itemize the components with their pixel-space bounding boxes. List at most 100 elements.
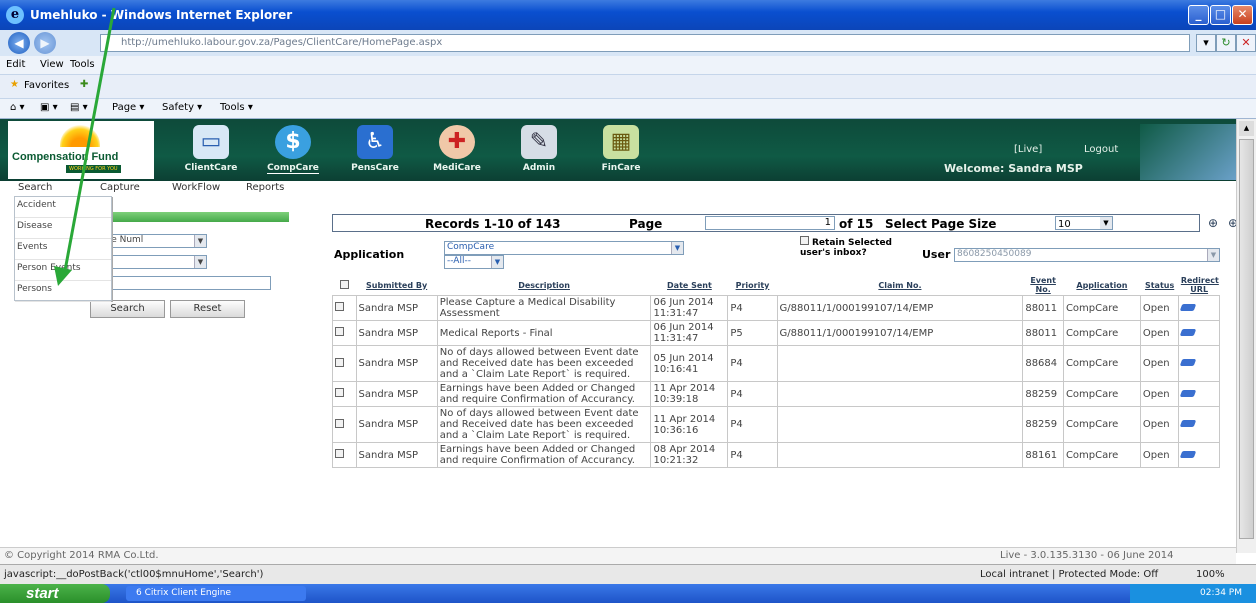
tools-menu[interactable]: Tools ▾ [220,102,253,113]
stop-button[interactable]: ✕ [1236,34,1256,52]
menu-view[interactable]: View [40,59,64,70]
row-select-cell[interactable] [332,345,357,382]
user-select[interactable]: 8608250450089 ▼ [954,248,1220,262]
redirect-icon[interactable] [1180,359,1197,366]
module-medicare[interactable]: ✚ MediCare [416,123,498,179]
tab-capture[interactable]: Capture [100,182,140,193]
redirect-icon[interactable] [1180,389,1197,397]
refresh-button[interactable]: ↻ [1216,34,1236,52]
cell-status: Open [1139,381,1180,407]
header-submitted-by[interactable]: Submitted By [356,275,438,296]
table-row[interactable]: Sandra MSP No of days allowed between Eve… [332,406,1220,443]
scroll-thumb[interactable] [1239,139,1254,539]
row-select-cell[interactable] [332,442,357,468]
row-select-cell[interactable] [332,295,357,321]
menu-item-persons[interactable]: Persons [15,281,111,302]
page-menu[interactable]: Page ▾ [112,102,144,113]
cell-event-no: 88011 [1022,295,1064,321]
menu-item-accident[interactable]: Accident [15,197,111,218]
tab-workflow[interactable]: WorkFlow [172,182,220,193]
redirect-icon[interactable] [1180,328,1197,336]
select-all-checkbox[interactable] [339,279,349,289]
system-tray: 02:34 PM [1130,584,1256,603]
redirect-icon[interactable] [1180,303,1197,311]
vertical-scrollbar[interactable]: ▲ [1236,119,1256,553]
row-checkbox[interactable] [335,357,344,367]
header-status[interactable]: Status [1140,275,1179,296]
menu-tools[interactable]: Tools [70,59,95,70]
safety-menu[interactable]: Safety ▾ [162,102,202,113]
print-icon[interactable]: ▤ ▾ [70,102,88,113]
redirect-icon[interactable] [1180,450,1197,458]
tab-search[interactable]: Search [18,182,52,193]
table-row[interactable]: Sandra MSP Medical Reports - Final 06 Jun … [332,320,1220,346]
forward-button[interactable]: ▶ [34,32,56,54]
next-page-icon[interactable]: ⊕ [1208,216,1218,230]
scroll-up-icon[interactable]: ▲ [1239,121,1254,136]
row-select-cell[interactable] [332,320,357,346]
favorites-button[interactable]: Favorites [24,80,69,91]
application-sub-select[interactable]: --All-- ▼ [444,255,504,269]
header-priority[interactable]: Priority [727,275,778,296]
taskbar-task-citrix[interactable]: 6 Citrix Client Engine [126,586,306,601]
table-row[interactable]: Sandra MSP Earnings have been Added or Ch… [332,442,1220,468]
module-fincare[interactable]: ▦ FinCare [580,123,662,179]
menu-item-person-events[interactable]: Person Events [15,260,111,281]
header-date-sent[interactable]: Date Sent [650,275,728,296]
header-claim-no[interactable]: Claim No. [777,275,1023,296]
redirect-icon[interactable] [1180,420,1197,427]
menu-item-events[interactable]: Events [15,239,111,260]
row-checkbox[interactable] [335,388,344,397]
cell-event-no: 88011 [1022,320,1064,346]
minimize-button[interactable]: _ [1188,5,1209,25]
row-checkbox[interactable] [335,327,344,336]
header-event-no[interactable]: Event No. [1022,275,1064,296]
select-all-header[interactable] [332,275,356,296]
header-redirect-url[interactable]: Redirect URL [1178,275,1220,296]
row-select-cell[interactable] [332,381,357,407]
cell-redirect[interactable] [1178,295,1220,321]
row-checkbox[interactable] [335,302,344,311]
application-label: Application [334,248,405,261]
add-favorite-icon[interactable]: ✚ [80,79,88,90]
cell-redirect[interactable] [1178,381,1220,407]
table-row[interactable]: Sandra MSP Please Capture a Medical Disab… [332,295,1220,321]
module-penscare[interactable]: ♿ PensCare [334,123,416,179]
header-description[interactable]: Description [437,275,651,296]
search-button[interactable]: Search [90,300,165,318]
row-checkbox[interactable] [335,449,344,458]
menu-edit[interactable]: Edit [6,59,25,70]
table-row[interactable]: Sandra MSP No of days allowed between Eve… [332,345,1220,382]
address-dropdown-button[interactable]: ▾ [1196,34,1216,52]
maximize-button[interactable]: □ [1210,5,1231,25]
wheelchair-icon: ♿ [357,125,393,159]
back-button[interactable]: ◀ [8,32,30,54]
row-checkbox[interactable] [335,418,344,428]
feeds-icon[interactable]: ▣ ▾ [40,102,58,113]
start-button[interactable]: start [0,584,110,603]
cell-redirect[interactable] [1178,406,1220,443]
module-compcare[interactable]: $ CompCare [252,123,334,179]
cell-redirect[interactable] [1178,442,1220,468]
zoom-level[interactable]: 100% [1196,569,1225,580]
cell-redirect[interactable] [1178,345,1220,382]
home-icon[interactable]: ⌂ ▾ [10,102,25,113]
table-row[interactable]: Sandra MSP Earnings have been Added or Ch… [332,381,1220,407]
search-panel-header [109,212,289,222]
menu-item-disease[interactable]: Disease [15,218,111,239]
reset-button[interactable]: Reset [170,300,245,318]
row-select-cell[interactable] [332,406,357,443]
close-button[interactable]: ✕ [1232,5,1253,25]
address-bar[interactable]: http://umehluko.labour.gov.za/Pages/Clie… [100,34,1190,52]
header-application[interactable]: Application [1063,275,1141,296]
cell-application: CompCare [1062,295,1141,321]
module-clientcare[interactable]: ▭ ClientCare [170,123,252,179]
logout-link[interactable]: Logout [1084,144,1118,155]
page-input[interactable]: 1 [705,216,835,230]
cell-redirect[interactable] [1178,320,1220,346]
search-text-input[interactable] [102,276,271,290]
application-select[interactable]: CompCare ▼ [444,241,684,255]
page-size-select[interactable]: 10 ▼ [1055,216,1113,230]
tab-reports[interactable]: Reports [246,182,284,193]
module-admin[interactable]: ✎ Admin [498,123,580,179]
